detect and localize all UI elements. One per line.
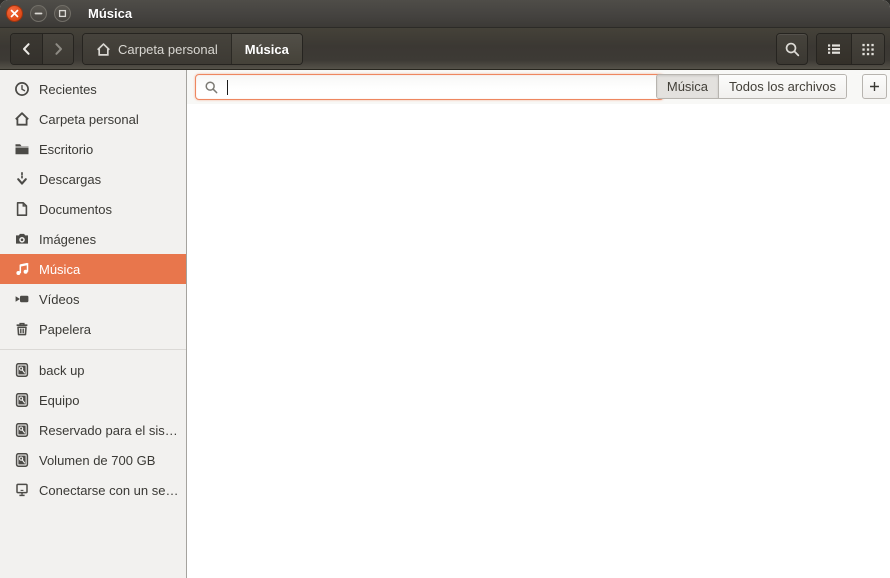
- sidebar-item-label: Vídeos: [39, 292, 85, 307]
- navigation-buttons: [10, 33, 74, 65]
- sidebar-item-label: Imágenes: [39, 232, 102, 247]
- minimize-window-button[interactable]: [30, 5, 47, 22]
- file-view-pane[interactable]: Música Todos los archivos: [187, 70, 890, 578]
- sidebar-item-label: Escritorio: [39, 142, 99, 157]
- search-filter-group: Música Todos los archivos: [656, 74, 847, 99]
- home-icon: [14, 111, 30, 127]
- filter-todos-los-archivos-button[interactable]: Todos los archivos: [718, 75, 846, 98]
- add-filter-button[interactable]: [862, 74, 887, 99]
- minimize-icon: [34, 9, 43, 18]
- sidebar-item-label: Documentos: [39, 202, 118, 217]
- maximize-icon: [58, 9, 67, 18]
- forward-button[interactable]: [42, 34, 73, 64]
- toolbar: Carpeta personal Música: [0, 28, 890, 70]
- chevron-left-icon: [19, 41, 35, 57]
- text-cursor: [227, 80, 228, 95]
- sidebar-item-label: Descargas: [39, 172, 107, 187]
- sidebar-item-label: Carpeta personal: [39, 112, 145, 127]
- folder-icon: [14, 141, 30, 157]
- filter-musica-button[interactable]: Música: [657, 75, 718, 98]
- camera-icon: [14, 231, 30, 247]
- sidebar-item-reservado-sistema[interactable]: Reservado para el siste…: [0, 415, 186, 445]
- sidebar-item-label: Reservado para el siste…: [39, 423, 186, 438]
- view-mode-buttons: [816, 33, 885, 65]
- sidebar-item-videos[interactable]: Vídeos: [0, 284, 186, 314]
- sidebar-item-label: Música: [39, 262, 86, 277]
- search-toggle-button[interactable]: [776, 33, 808, 65]
- sidebar-item-carpeta-personal[interactable]: Carpeta personal: [0, 104, 186, 134]
- music-icon: [14, 261, 30, 277]
- filter-label: Todos los archivos: [729, 79, 836, 94]
- breadcrumb-segment-label: Carpeta personal: [118, 42, 218, 57]
- sidebar-item-label: Papelera: [39, 322, 97, 337]
- video-icon: [14, 291, 30, 307]
- sidebar: Recientes Carpeta personal Escritorio De…: [0, 70, 187, 578]
- close-icon: [10, 9, 19, 18]
- server-icon: [14, 482, 30, 498]
- chevron-right-icon: [50, 41, 66, 57]
- sidebar-item-imagenes[interactable]: Imágenes: [0, 224, 186, 254]
- sidebar-item-label: Conectarse con un ser…: [39, 483, 186, 498]
- titlebar: Música: [0, 0, 890, 28]
- breadcrumb-home-segment[interactable]: Carpeta personal: [83, 34, 231, 64]
- trash-icon: [14, 321, 30, 337]
- breadcrumb: Carpeta personal Música: [82, 33, 303, 65]
- plus-icon: [868, 80, 881, 93]
- sidebar-item-descargas[interactable]: Descargas: [0, 164, 186, 194]
- clock-icon: [14, 81, 30, 97]
- document-icon: [14, 201, 30, 217]
- drive-icon: [14, 362, 30, 378]
- sidebar-item-label: Recientes: [39, 82, 103, 97]
- sidebar-item-papelera[interactable]: Papelera: [0, 314, 186, 344]
- sidebar-item-volumen-700gb[interactable]: Volumen de 700 GB: [0, 445, 186, 475]
- sidebar-item-documentos[interactable]: Documentos: [0, 194, 186, 224]
- search-bar: Música Todos los archivos: [187, 70, 890, 104]
- magnifier-icon: [204, 80, 219, 95]
- sidebar-item-equipo[interactable]: Equipo: [0, 385, 186, 415]
- sidebar-item-conectarse-servidor[interactable]: Conectarse con un ser…: [0, 475, 186, 505]
- drive-icon: [14, 452, 30, 468]
- maximize-window-button[interactable]: [54, 5, 71, 22]
- sidebar-item-label: Volumen de 700 GB: [39, 453, 161, 468]
- sidebar-item-back-up[interactable]: back up: [0, 355, 186, 385]
- grid-view-icon: [860, 41, 876, 57]
- sidebar-item-label: back up: [39, 363, 91, 378]
- search-input[interactable]: [195, 74, 664, 100]
- close-window-button[interactable]: [6, 5, 23, 22]
- search-icon: [784, 41, 801, 58]
- window-title: Música: [88, 6, 132, 21]
- filter-label: Música: [667, 79, 708, 94]
- back-button[interactable]: [11, 34, 42, 64]
- file-manager-window: Música Carpeta personal Música: [0, 0, 890, 578]
- sidebar-item-label: Equipo: [39, 393, 85, 408]
- content-area: Recientes Carpeta personal Escritorio De…: [0, 70, 890, 578]
- drive-icon: [14, 392, 30, 408]
- home-icon: [96, 42, 111, 57]
- sidebar-item-escritorio[interactable]: Escritorio: [0, 134, 186, 164]
- grid-view-button[interactable]: [851, 34, 885, 64]
- list-view-button[interactable]: [817, 34, 851, 64]
- breadcrumb-segment-label: Música: [245, 42, 289, 57]
- sidebar-item-recientes[interactable]: Recientes: [0, 74, 186, 104]
- drive-icon: [14, 422, 30, 438]
- sidebar-item-musica[interactable]: Música: [0, 254, 186, 284]
- download-icon: [14, 171, 30, 187]
- sidebar-separator: [0, 349, 186, 350]
- list-view-icon: [826, 41, 842, 57]
- breadcrumb-current-segment[interactable]: Música: [231, 34, 302, 64]
